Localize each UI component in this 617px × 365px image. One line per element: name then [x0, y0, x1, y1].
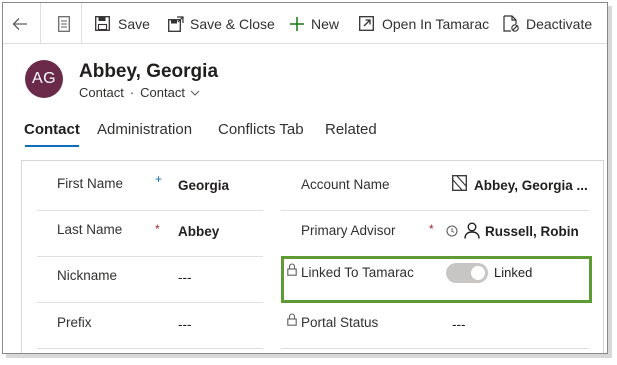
deactivate-label: Deactivate [526, 15, 593, 32]
nickname-field[interactable]: --- [178, 270, 192, 285]
deactivate-button[interactable]: Deactivate [503, 3, 592, 44]
row-divider [37, 256, 263, 257]
command-bar: Save Save & Close New Open In Tamarac De… [3, 3, 607, 44]
avatar: AG [25, 60, 63, 98]
lock-icon [287, 313, 297, 326]
separator-dot: · [129, 85, 135, 100]
new-label: New [311, 15, 340, 32]
record-subtitle: Contact · Contact [79, 85, 200, 100]
prefix-field[interactable]: --- [178, 317, 192, 332]
account-icon [452, 175, 467, 191]
tab-conflicts[interactable]: Conflicts Tab [218, 121, 304, 138]
active-tab-indicator [25, 145, 79, 147]
window-shadow-right [608, 6, 612, 358]
row-divider [37, 302, 263, 303]
linked-to-tamarac-label: Linked To Tamarac [301, 265, 414, 280]
entity-name: Contact [79, 85, 124, 100]
divider [40, 3, 41, 44]
required-marker: * [429, 222, 434, 236]
chevron-down-icon[interactable] [190, 90, 200, 96]
back-button[interactable] [12, 3, 28, 44]
toggle-knob [471, 266, 485, 280]
first-name-label: First Name [57, 176, 124, 191]
tab-administration[interactable]: Administration [97, 121, 192, 138]
save-label: Save [118, 15, 150, 32]
save-button[interactable]: Save [95, 3, 150, 44]
primary-advisor-label: Primary Advisor [301, 223, 396, 238]
row-divider [281, 210, 589, 211]
record-title: Abbey, Georgia [79, 61, 219, 82]
linked-toggle[interactable] [446, 263, 488, 283]
portal-status-label: Portal Status [301, 315, 379, 330]
portal-status-field[interactable]: --- [452, 317, 466, 332]
first-name-field[interactable]: Georgia [178, 178, 229, 193]
window-shadow-bottom [6, 354, 612, 358]
row-divider [37, 348, 263, 349]
deactivate-icon [503, 15, 519, 32]
last-name-label: Last Name [57, 222, 123, 237]
open-in-tamarac-button[interactable]: Open In Tamarac [359, 3, 489, 44]
required-marker: * [155, 222, 160, 236]
recommended-marker: + [155, 172, 163, 186]
nickname-label: Nickname [57, 268, 118, 283]
person-icon [464, 222, 480, 239]
back-arrow-icon [12, 17, 27, 30]
account-name-label: Account Name [301, 177, 390, 192]
row-divider [281, 348, 589, 349]
primary-advisor-link[interactable]: Russell, Robin [485, 224, 579, 239]
clock-icon [446, 225, 458, 237]
prefix-label: Prefix [57, 315, 92, 330]
linked-status-text: Linked [494, 265, 533, 280]
last-name-field[interactable]: Abbey [178, 224, 219, 239]
row-divider [37, 210, 263, 211]
tab-related[interactable]: Related [325, 121, 377, 138]
record-page-icon [58, 15, 70, 32]
form-selector[interactable]: Contact [140, 85, 185, 100]
open-external-icon [359, 16, 374, 31]
account-name-link[interactable]: Abbey, Georgia ... [474, 178, 588, 193]
lock-icon [287, 263, 297, 276]
new-button[interactable]: New [289, 3, 339, 44]
divider [81, 3, 82, 44]
save-close-label: Save & Close [190, 15, 275, 32]
record-window: Save Save & Close New Open In Tamarac De… [2, 2, 608, 354]
tab-contact[interactable]: Contact [24, 121, 80, 138]
save-and-close-button[interactable]: Save & Close [168, 3, 275, 44]
save-close-icon [168, 15, 184, 32]
save-icon [95, 16, 110, 31]
plus-icon [290, 16, 304, 31]
open-tamarac-label: Open In Tamarac [382, 15, 490, 32]
record-page-button[interactable] [58, 3, 70, 44]
